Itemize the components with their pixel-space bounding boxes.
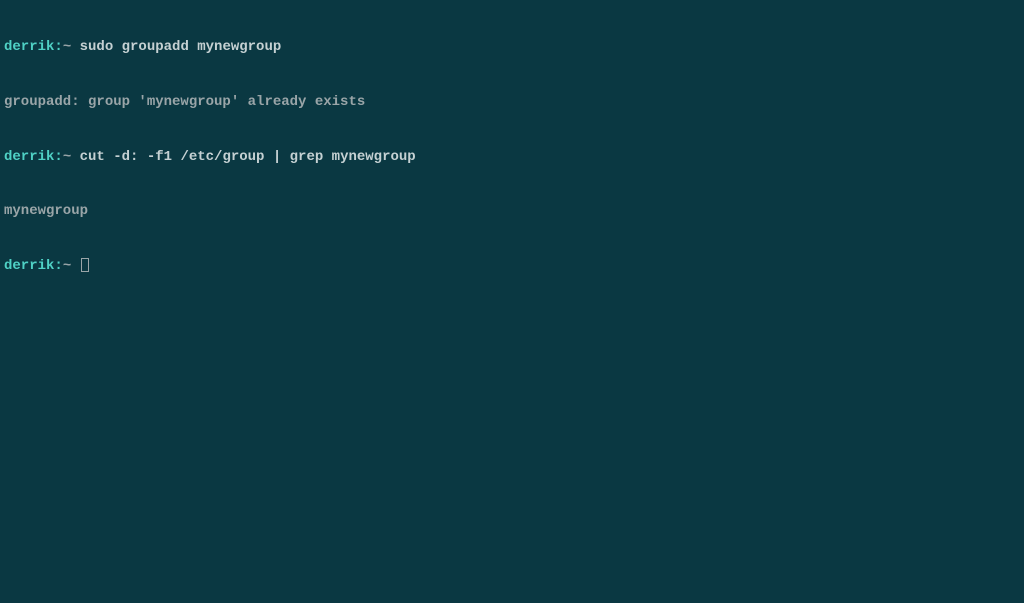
terminal-line: mynewgroup xyxy=(4,202,1020,220)
prompt-user: derrik: xyxy=(4,149,63,165)
prompt-tilde: ~ xyxy=(63,258,80,274)
command-text: cut -d: -f1 /etc/group | grep mynewgroup xyxy=(80,149,416,165)
terminal[interactable]: derrik:~ sudo groupadd mynewgroup groupa… xyxy=(4,2,1020,293)
prompt-tilde: ~ xyxy=(63,39,80,55)
prompt-user: derrik: xyxy=(4,39,63,55)
cursor xyxy=(81,258,89,272)
terminal-line: derrik:~ xyxy=(4,257,1020,275)
output-text: groupadd: group 'mynewgroup' already exi… xyxy=(4,94,365,110)
terminal-line: groupadd: group 'mynewgroup' already exi… xyxy=(4,93,1020,111)
terminal-line: derrik:~ cut -d: -f1 /etc/group | grep m… xyxy=(4,148,1020,166)
prompt-user: derrik: xyxy=(4,258,63,274)
prompt-tilde: ~ xyxy=(63,149,80,165)
terminal-line: derrik:~ sudo groupadd mynewgroup xyxy=(4,38,1020,56)
command-text: sudo groupadd mynewgroup xyxy=(80,39,282,55)
output-text: mynewgroup xyxy=(4,203,88,219)
